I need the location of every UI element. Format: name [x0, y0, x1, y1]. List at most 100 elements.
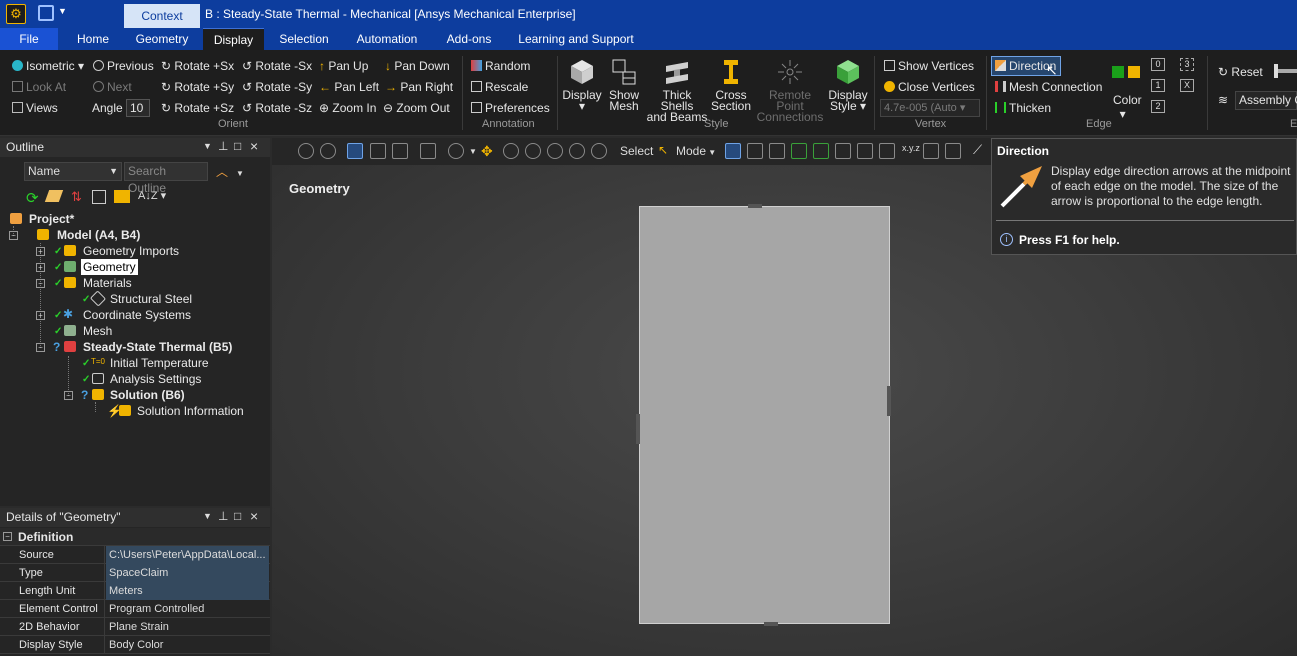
tab-learning-and-support[interactable]: Learning and Support	[512, 28, 640, 51]
details-value[interactable]: Body Color	[106, 636, 269, 654]
details-value[interactable]: C:\Users\Peter\AppData\Local...	[106, 546, 269, 564]
rotate-minus-sz-button[interactable]: ↺ Rotate -Sz	[242, 101, 312, 115]
tree-item-model[interactable]: Model (A4, B4)	[57, 228, 140, 242]
tab-selection[interactable]: Selection	[272, 28, 336, 51]
outline-pin-icon[interactable]: ⊥	[218, 139, 228, 153]
thick-shells-and-beams-button[interactable]: Thick Shells and Beams	[645, 58, 709, 123]
show-mesh-button[interactable]: Show Mesh	[605, 58, 643, 112]
select-edge-icon[interactable]	[747, 143, 763, 159]
details-row[interactable]: Source C:\Users\Peter\AppData\Local...	[0, 546, 270, 564]
rescale-button[interactable]: Rescale	[471, 80, 528, 94]
edge-color-button[interactable]: Color ▾	[1113, 93, 1142, 121]
tab-add-ons[interactable]: Add-ons	[438, 28, 500, 51]
rotate-plus-sy-button[interactable]: ↻ Rotate +Sy	[161, 80, 234, 94]
zoom-box-icon[interactable]	[525, 143, 541, 159]
details-value[interactable]: Program Controlled	[106, 600, 269, 618]
tree-item-initial-temperature[interactable]: Initial Temperature	[110, 356, 209, 370]
tree-item-project[interactable]: Project*	[29, 212, 74, 226]
remote-point-connections-button[interactable]: Remote Point Connections	[754, 58, 826, 123]
details-value[interactable]: Meters	[106, 582, 269, 600]
coordinate-axes-icon[interactable]: x.y.z	[902, 143, 920, 153]
collapse-icon[interactable]: −	[36, 279, 45, 288]
collapse-icon[interactable]: −	[36, 343, 45, 352]
show-vertices-button[interactable]: Show Vertices	[884, 59, 974, 73]
comment-icon[interactable]	[945, 143, 961, 159]
pan-down-button[interactable]: ↓ Pan Down	[385, 59, 450, 73]
outline-close-icon[interactable]: ×	[250, 138, 258, 154]
select-element-face-icon[interactable]	[857, 143, 873, 159]
pan-up-button[interactable]: ↑ Pan Up	[319, 59, 368, 73]
tree-item-steady-state-thermal[interactable]: Steady-State Thermal (B5)	[83, 340, 232, 354]
cross-section-button[interactable]: Cross Section	[710, 58, 752, 112]
label-icon[interactable]	[923, 143, 939, 159]
isometric-button[interactable]: Isometric ▾	[12, 59, 84, 73]
collapse-icon[interactable]: −	[64, 391, 73, 400]
details-row[interactable]: Element Control Program Controlled	[0, 600, 270, 618]
tree-item-solution-information[interactable]: Solution Information	[137, 404, 244, 418]
tree-item-coordinate-systems[interactable]: Coordinate Systems	[83, 308, 191, 322]
details-row[interactable]: Length Unit Meters	[0, 582, 270, 600]
select-face-icon[interactable]	[769, 143, 785, 159]
zoom-in-icon[interactable]	[298, 143, 314, 159]
context-tab[interactable]: Context	[124, 4, 200, 28]
details-value[interactable]: Plane Strain	[106, 618, 269, 636]
tree-item-materials[interactable]: Materials	[83, 276, 132, 290]
collapse-icon[interactable]: −	[9, 231, 18, 240]
select-element-icon[interactable]	[835, 143, 851, 159]
details-row[interactable]: Display Style Body Color	[0, 636, 270, 654]
random-button[interactable]: Random	[471, 59, 530, 73]
search-dropdown-icon[interactable]: ▼	[236, 169, 244, 178]
shaded-edges-cube-icon[interactable]	[392, 143, 408, 159]
display-button[interactable]: Display ▾	[561, 58, 603, 112]
select-vertex-icon[interactable]	[725, 143, 741, 159]
zoom-out-button[interactable]: ⊖ Zoom Out	[383, 101, 450, 115]
collapse-icon[interactable]: −	[3, 532, 12, 541]
details-section-row[interactable]: − Definition	[0, 528, 270, 546]
views-button[interactable]: Views	[12, 101, 58, 115]
edge-option-3-button[interactable]: 3	[1180, 58, 1194, 71]
details-maximize-icon[interactable]: □	[234, 509, 241, 523]
rotate-dropdown-icon[interactable]: ▼	[469, 147, 477, 156]
zoom-fit-icon[interactable]	[547, 143, 563, 159]
tree-item-structural-steel[interactable]: Structural Steel	[110, 292, 192, 306]
section-icon[interactable]	[420, 143, 436, 159]
details-close-icon[interactable]: ×	[250, 508, 258, 524]
tree-item-analysis-settings[interactable]: Analysis Settings	[110, 372, 201, 386]
edge-option-1-button[interactable]: 1	[1151, 79, 1165, 92]
tree-item-solution[interactable]: Solution (B6)	[110, 388, 185, 402]
display-style-button[interactable]: Display Style ▾	[827, 58, 869, 112]
expand-icon[interactable]: +	[36, 263, 45, 272]
outline-maximize-icon[interactable]: □	[234, 139, 241, 153]
mode-dropdown[interactable]: Mode ▼	[676, 144, 716, 158]
search-up-icon[interactable]: ︿	[216, 163, 228, 180]
tab-display[interactable]: Display	[203, 28, 264, 51]
tab-file[interactable]: File	[0, 28, 58, 51]
next-button[interactable]: Next	[93, 80, 132, 94]
edge-option-x-button[interactable]: X	[1180, 79, 1194, 92]
details-row[interactable]: Type SpaceClaim	[0, 564, 270, 582]
details-value[interactable]: SpaceClaim	[106, 564, 269, 582]
tab-home[interactable]: Home	[66, 28, 120, 51]
tree-item-geometry-imports[interactable]: Geometry Imports	[83, 244, 179, 258]
graph-icon[interactable]: ⟋	[973, 142, 982, 158]
explode-slider-handle[interactable]	[1274, 64, 1278, 78]
select-body-icon[interactable]	[791, 143, 807, 159]
quick-access-dropdown-icon[interactable]: ▼	[58, 6, 67, 16]
assembly-select[interactable]: Assembly C	[1235, 91, 1297, 110]
edge-option-2-button[interactable]: 2	[1151, 100, 1165, 113]
thicken-button[interactable]: Thicken	[995, 101, 1051, 115]
tree-item-mesh[interactable]: Mesh	[83, 324, 112, 338]
zoom-selection-icon[interactable]	[569, 143, 585, 159]
details-pin-icon[interactable]: ⊥	[218, 509, 228, 523]
mesh-connection-button[interactable]: Mesh Connection	[995, 80, 1102, 94]
alphabetical-sort-icon[interactable]: A↓Z ▾	[138, 189, 166, 202]
geometry-body[interactable]	[639, 206, 890, 624]
rotate-minus-sy-button[interactable]: ↺ Rotate -Sy	[242, 80, 312, 94]
outline-filter-select[interactable]: Name ▼	[24, 162, 122, 181]
select-node-icon[interactable]	[813, 143, 829, 159]
search-outline-input[interactable]: Search Outline	[124, 162, 208, 195]
reset-button[interactable]: ↻ Reset	[1218, 65, 1263, 79]
outline-menu-icon[interactable]: ▼	[203, 141, 212, 151]
save-icon[interactable]	[38, 5, 54, 21]
wireframe-cube-icon[interactable]	[347, 143, 363, 159]
